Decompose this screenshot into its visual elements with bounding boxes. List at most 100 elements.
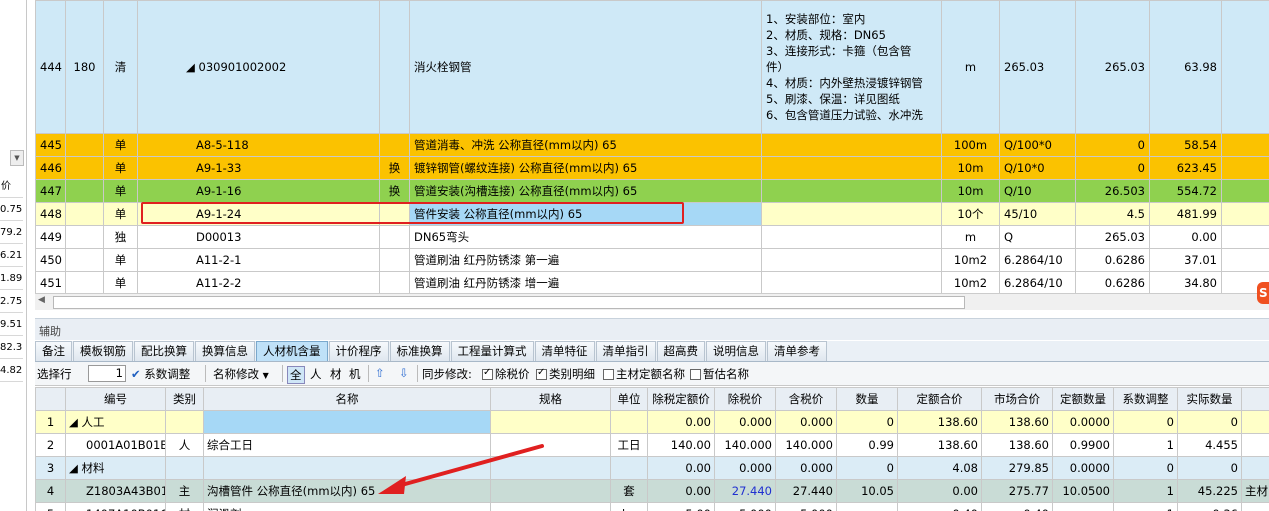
cell-qty[interactable]: 0 <box>836 456 898 480</box>
row-name[interactable]: 管道消毒、冲洗 公称直径(mm以内) 65 <box>409 133 762 157</box>
cell-coef[interactable]: 1 <box>1113 479 1178 503</box>
table-row[interactable]: 5 1407A10B01CE 材 润滑剂 kg 5.00 5.000 5.000… <box>35 502 1269 511</box>
scroll-left-icon[interactable]: ◀ <box>38 295 45 305</box>
row-expr[interactable]: 6.2864/10 <box>999 248 1076 272</box>
table-row[interactable]: 451 单 A11-2-2 管道刷油 红丹防锈漆 增一遍 10m2 6.2864… <box>35 271 1269 295</box>
move-down-icon[interactable]: ⇩ <box>399 366 409 380</box>
tab-mix-conversion[interactable]: 配比换算 <box>134 341 194 361</box>
row-code[interactable]: A9-1-16 <box>137 179 380 203</box>
tab-bill-reference[interactable]: 清单参考 <box>767 341 827 361</box>
table-row[interactable]: 447 单 A9-1-16 换 管道安装(沟槽连接) 公称直径(mm以内) 65… <box>35 179 1269 203</box>
col-header-unit[interactable]: 单位 <box>610 387 648 411</box>
row-feature[interactable]: 1、安装部位：室内 2、材质、规格：DN65 3、连接形式：卡箍（包含管 件） … <box>761 0 942 134</box>
tab-conversion-info[interactable]: 换算信息 <box>195 341 255 361</box>
row-code[interactable]: A11-2-2 <box>137 271 380 295</box>
cell-qty[interactable]: 0.99 <box>836 433 898 457</box>
cell-net-price[interactable]: 0.000 <box>714 456 776 480</box>
cell-coef[interactable]: 0 <box>1113 456 1178 480</box>
cell-gross-price[interactable]: 27.440 <box>775 479 837 503</box>
row-expr[interactable]: Q/10*0 <box>999 156 1076 180</box>
table-row[interactable]: 445 单 A8-5-118 管道消毒、冲洗 公称直径(mm以内) 65 100… <box>35 133 1269 157</box>
row-code[interactable]: D00013 <box>137 225 380 249</box>
table-row[interactable]: 449 独 D00013 DN65弯头 m Q 265.03 0.00 <box>35 225 1269 249</box>
row-expr[interactable]: Q/100*0 <box>999 133 1076 157</box>
col-header-gross-price[interactable]: 含税价 <box>775 387 837 411</box>
scrollbar-thumb[interactable] <box>53 296 965 309</box>
row-feature[interactable] <box>761 248 942 272</box>
row-name[interactable]: 管道刷油 红丹防锈漆 第一遍 <box>409 248 762 272</box>
col-header-coef[interactable]: 系数调整 <box>1113 387 1178 411</box>
row-spinner-input[interactable]: 1 <box>88 365 126 382</box>
cell-code[interactable]: Z1803A43B01A <box>65 479 166 503</box>
cell-coef[interactable]: 1 <box>1113 502 1178 511</box>
tab-description-info[interactable]: 说明信息 <box>706 341 766 361</box>
row-feature[interactable] <box>761 179 942 203</box>
row-name[interactable]: 管道刷油 红丹防锈漆 增一遍 <box>409 271 762 295</box>
row-expr[interactable]: 45/10 <box>999 202 1076 226</box>
cell-code[interactable]: 1407A10B01CE <box>65 502 166 511</box>
row-expr[interactable]: Q/10 <box>999 179 1076 203</box>
tab-bill-features[interactable]: 清单特征 <box>534 341 595 361</box>
col-header-qty[interactable]: 数量 <box>836 387 898 411</box>
chk-tax-excluded[interactable]: 除税价 <box>482 366 530 382</box>
coef-adjust-button[interactable]: ✔ 系数调整 <box>131 366 190 382</box>
row-code[interactable]: A9-1-33 <box>137 156 380 180</box>
tab-quantity-formula[interactable]: 工程量计算式 <box>450 341 534 361</box>
cell-gross-price[interactable]: 140.000 <box>775 433 837 457</box>
name-modify-dropdown[interactable]: 名称修改 ▼ <box>213 366 269 382</box>
row-expr[interactable]: 6.2864/10 <box>999 271 1076 295</box>
row-code[interactable]: A11-2-1 <box>137 248 380 272</box>
row-code[interactable]: ◢ 030901002002 <box>137 0 380 134</box>
col-header-real-qty[interactable]: 实际数量 <box>1177 387 1242 411</box>
cell-code[interactable]: ◢ 材料 <box>65 456 166 480</box>
table-row[interactable]: 4 Z1803A43B01A 主 沟槽管件 公称直径(mm以内) 65 套 0.… <box>35 479 1269 503</box>
cell-net-price[interactable]: 5.000 <box>714 502 776 511</box>
chk-temp-name[interactable]: 暂估名称 <box>690 366 749 382</box>
row-feature[interactable] <box>761 202 942 226</box>
table-row[interactable]: 2 0001A01B01BC 人 综合工日 工日 140.00 140.000 … <box>35 433 1269 457</box>
cell-gross-price[interactable]: 0.000 <box>775 410 837 434</box>
col-header-category[interactable]: 类别 <box>165 387 204 411</box>
tab-height-fee[interactable]: 超高费 <box>656 341 705 361</box>
table-row[interactable]: 450 单 A11-2-1 管道刷油 红丹防锈漆 第一遍 10m2 6.2864… <box>35 248 1269 272</box>
row-feature[interactable] <box>761 225 942 249</box>
table-row[interactable]: 446 单 A9-1-33 换 镀锌钢管(螺纹连接) 公称直径(mm以内) 65… <box>35 156 1269 180</box>
col-header-base-qty[interactable]: 定额数量 <box>1052 387 1114 411</box>
tab-bill-guide[interactable]: 清单指引 <box>595 341 656 361</box>
row-code[interactable]: A8-5-118 <box>137 133 380 157</box>
table-row[interactable]: 444 180 清 ◢ 030901002002 消火栓钢管 1、安装部位：室内… <box>35 0 1269 134</box>
col-header-base-amount[interactable]: 定额合价 <box>897 387 982 411</box>
col-header-market-amount[interactable]: 市场合价 <box>981 387 1053 411</box>
tab-resource-content[interactable]: 人材机含量 <box>256 341 328 361</box>
table-row[interactable]: 3 ◢ 材料 0.00 0.000 0.000 0 4.08 279.85 0.… <box>35 456 1269 480</box>
tab-formwork-rebar[interactable]: 模板钢筋 <box>73 341 133 361</box>
row-name[interactable]: 镀锌钢管(螺纹连接) 公称直径(mm以内) 65 <box>409 156 762 180</box>
row-feature[interactable] <box>761 133 942 157</box>
cell-code[interactable]: 0001A01B01BC <box>65 433 166 457</box>
cell-qty[interactable]: 10.05 <box>836 479 898 503</box>
cell-net-price[interactable]: 140.000 <box>714 433 776 457</box>
left-scroll-down-icon[interactable]: ▼ <box>10 150 24 166</box>
col-header-name[interactable]: 名称 <box>203 387 491 411</box>
cell-qty[interactable]: 0 <box>836 410 898 434</box>
horizontal-scrollbar[interactable]: ◀ <box>35 293 1269 310</box>
row-expr[interactable]: 265.03 <box>999 0 1076 134</box>
filter-all-button[interactable]: 全 <box>287 366 305 384</box>
filter-machine-button[interactable]: 机 <box>349 366 361 382</box>
cell-coef[interactable]: 1 <box>1113 433 1178 457</box>
tab-pricing-procedure[interactable]: 计价程序 <box>328 341 389 361</box>
cell-gross-price[interactable]: 0.000 <box>775 456 837 480</box>
cell-spec[interactable] <box>490 502 611 511</box>
table-row[interactable]: 1 ◢ 人工 0.00 0.000 0.000 0 138.60 138.60 … <box>35 410 1269 434</box>
cell-name[interactable] <box>203 410 491 434</box>
row-feature[interactable] <box>761 156 942 180</box>
cell-coef[interactable]: 0 <box>1113 410 1178 434</box>
filter-material-button[interactable]: 材 <box>330 366 342 382</box>
cell-name[interactable]: 润滑剂 <box>203 502 491 511</box>
filter-labor-button[interactable]: 人 <box>310 366 322 382</box>
tab-notes[interactable]: 备注 <box>35 341 72 361</box>
col-header-spec[interactable]: 规格 <box>490 387 611 411</box>
cell-net-price[interactable]: 0.000 <box>714 410 776 434</box>
row-feature[interactable] <box>761 271 942 295</box>
row-name[interactable]: 消火栓钢管 <box>409 0 762 134</box>
